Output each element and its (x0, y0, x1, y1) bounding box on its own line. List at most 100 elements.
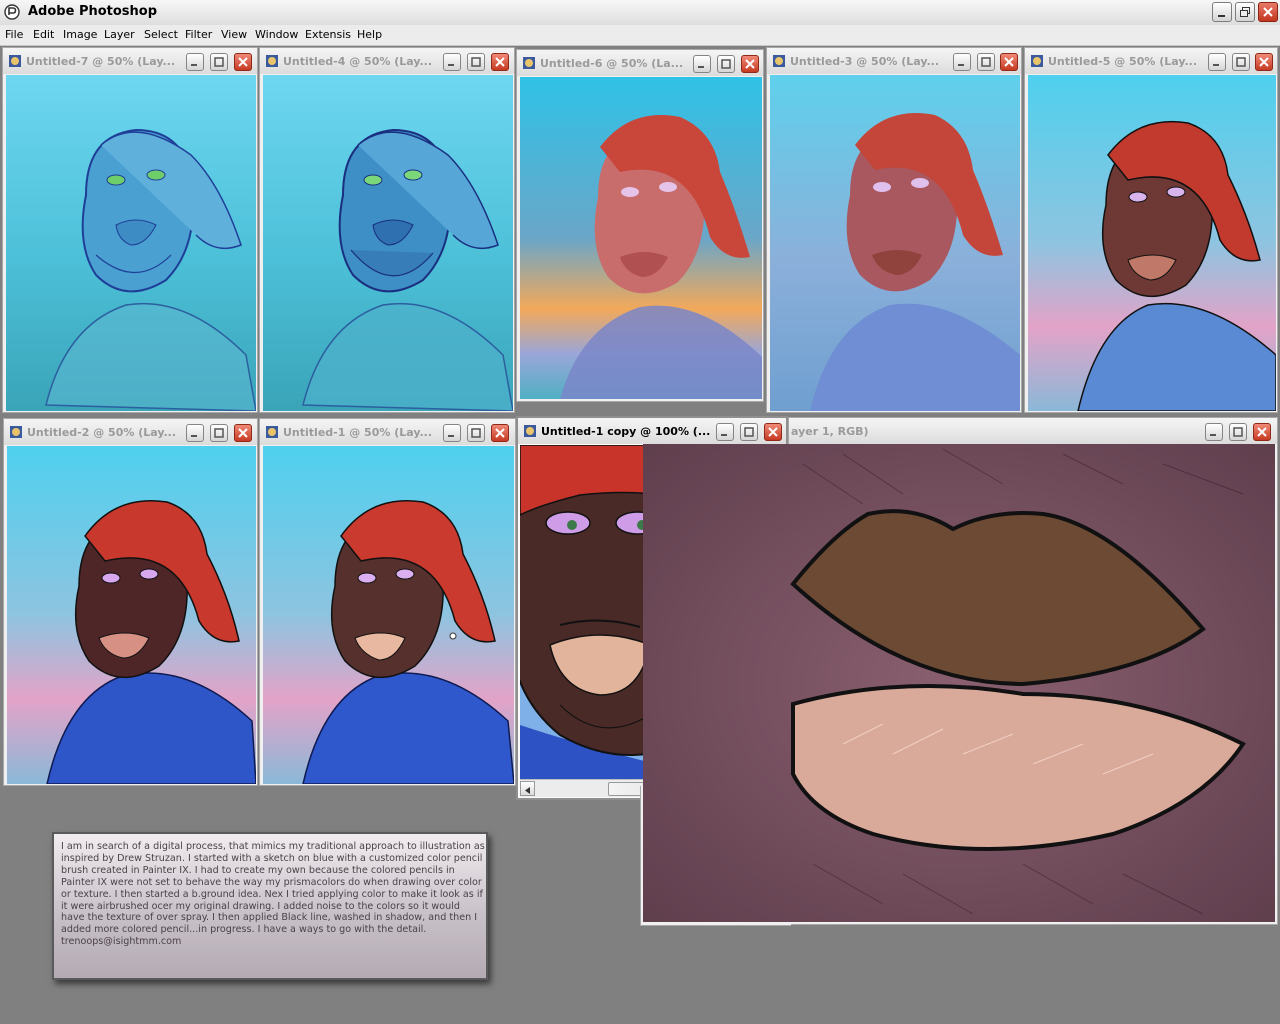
document-title-bar[interactable]: Untitled-1 @ 50% (Lay... (260, 419, 515, 445)
menu-window[interactable]: Window (255, 28, 298, 41)
menu-view[interactable]: View (221, 28, 247, 41)
close-icon (238, 57, 248, 67)
maximize-button[interactable] (977, 53, 995, 71)
close-button[interactable] (234, 53, 252, 71)
menu-select[interactable]: Select (144, 28, 178, 41)
menu-filter[interactable]: Filter (185, 28, 212, 41)
document-window-untitled-1[interactable]: Untitled-1 @ 50% (Lay... (259, 418, 516, 786)
document-window-untitled-2[interactable]: Untitled-2 @ 50% (Lay... (3, 418, 258, 786)
document-title: Untitled-1 copy @ 100% (... (541, 425, 711, 438)
menu-file[interactable]: File (5, 28, 23, 41)
document-title: ayer 1, RGB) (791, 425, 869, 438)
maximize-icon (721, 59, 731, 69)
maximize-button[interactable] (1232, 53, 1250, 71)
close-icon (1259, 57, 1269, 67)
document-canvas[interactable] (1028, 75, 1276, 411)
close-button[interactable] (764, 423, 782, 441)
document-title-bar[interactable]: ayer 1, RGB) (789, 418, 1277, 444)
minimize-button[interactable] (186, 424, 204, 442)
document-title: Untitled-6 @ 50% (La... (540, 57, 684, 70)
maximize-button[interactable] (1229, 423, 1247, 441)
document-title-bar[interactable]: Untitled-3 @ 50% (Lay... (767, 48, 1021, 74)
close-icon (1263, 7, 1273, 17)
document-title-bar[interactable]: Untitled-2 @ 50% (Lay... (4, 419, 257, 445)
maximize-icon (214, 428, 224, 438)
minimize-button[interactable] (186, 53, 204, 71)
menu-image[interactable]: Image (63, 28, 97, 41)
scroll-left-button[interactable] (520, 781, 535, 796)
close-button[interactable] (741, 55, 759, 73)
app-restore-button[interactable] (1235, 2, 1255, 22)
menu-extensis[interactable]: Extensis (305, 28, 351, 41)
document-title-bar[interactable]: Untitled-7 @ 50% (Lay... (3, 48, 257, 74)
document-window-untitled-6[interactable]: Untitled-6 @ 50% (La... (516, 49, 764, 402)
arrow-left-icon (525, 787, 530, 794)
minimize-icon (448, 64, 454, 66)
document-title: Untitled-3 @ 50% (Lay... (790, 55, 940, 68)
document-icon (523, 57, 535, 69)
maximize-button[interactable] (717, 55, 735, 73)
document-title: Untitled-7 @ 50% (Lay... (26, 55, 176, 68)
minimize-button[interactable] (1205, 423, 1223, 441)
document-window-untitled-4[interactable]: Untitled-4 @ 50% (Lay... (259, 47, 515, 413)
close-icon (495, 57, 505, 67)
close-icon (745, 59, 755, 69)
minimize-button[interactable] (953, 53, 971, 71)
maximize-button[interactable] (467, 424, 485, 442)
minimize-button[interactable] (443, 53, 461, 71)
document-canvas[interactable] (7, 446, 256, 784)
close-button[interactable] (1253, 423, 1271, 441)
document-canvas[interactable] (6, 75, 256, 411)
document-canvas[interactable] (263, 75, 513, 411)
document-title: Untitled-1 @ 50% (Lay... (283, 426, 433, 439)
minimize-icon (1218, 15, 1225, 17)
menu-help[interactable]: Help (357, 28, 382, 41)
app-minimize-button[interactable] (1212, 2, 1232, 22)
sketch-portrait-image (6, 75, 256, 411)
minimize-icon (448, 435, 454, 437)
minimize-icon (721, 434, 727, 436)
close-icon (238, 428, 248, 438)
minimize-button[interactable] (443, 424, 461, 442)
maximize-button[interactable] (467, 53, 485, 71)
maximize-icon (1236, 57, 1246, 67)
maximize-icon (981, 57, 991, 67)
lips-canvas[interactable] (643, 444, 1275, 922)
document-title-bar[interactable]: Untitled-1 copy @ 100% (... (518, 418, 786, 444)
restore-icon (1240, 7, 1250, 17)
document-canvas[interactable] (263, 446, 514, 784)
maximize-icon (214, 57, 224, 67)
close-button[interactable] (1000, 53, 1018, 71)
document-title-bar[interactable]: Untitled-6 @ 50% (La... (517, 50, 763, 76)
maximize-button[interactable] (210, 53, 228, 71)
close-button[interactable] (1255, 53, 1273, 71)
minimize-button[interactable] (693, 55, 711, 73)
document-title-bar[interactable]: Untitled-4 @ 50% (Lay... (260, 48, 514, 74)
document-title: Untitled-2 @ 50% (Lay... (27, 426, 177, 439)
document-window-untitled-3[interactable]: Untitled-3 @ 50% (Lay... (766, 47, 1022, 413)
menu-edit[interactable]: Edit (33, 28, 54, 41)
document-window-untitled-7[interactable]: Untitled-7 @ 50% (Lay... (2, 47, 258, 413)
close-icon (768, 427, 778, 437)
lips-closeup-image (643, 444, 1275, 922)
close-button[interactable] (234, 424, 252, 442)
app-close-button[interactable] (1258, 2, 1278, 22)
photoshop-app-icon[interactable] (4, 4, 20, 20)
maximize-button[interactable] (210, 424, 228, 442)
document-canvas[interactable] (520, 77, 762, 399)
sketch-shaded-portrait-image (263, 75, 513, 411)
maximize-icon (744, 427, 754, 437)
noise-portrait-image (770, 75, 1020, 411)
document-canvas[interactable] (770, 75, 1020, 411)
maximize-button[interactable] (740, 423, 758, 441)
minimize-icon (191, 64, 197, 66)
minimize-button[interactable] (1208, 53, 1226, 71)
document-window-untitled-5[interactable]: Untitled-5 @ 50% (Lay... (1024, 47, 1278, 413)
menu-layer[interactable]: Layer (104, 28, 135, 41)
document-title-bar[interactable]: Untitled-5 @ 50% (Lay... (1025, 48, 1277, 74)
close-icon (1257, 427, 1267, 437)
close-button[interactable] (491, 424, 509, 442)
minimize-button[interactable] (716, 423, 734, 441)
close-button[interactable] (491, 53, 509, 71)
document-icon (10, 426, 22, 438)
